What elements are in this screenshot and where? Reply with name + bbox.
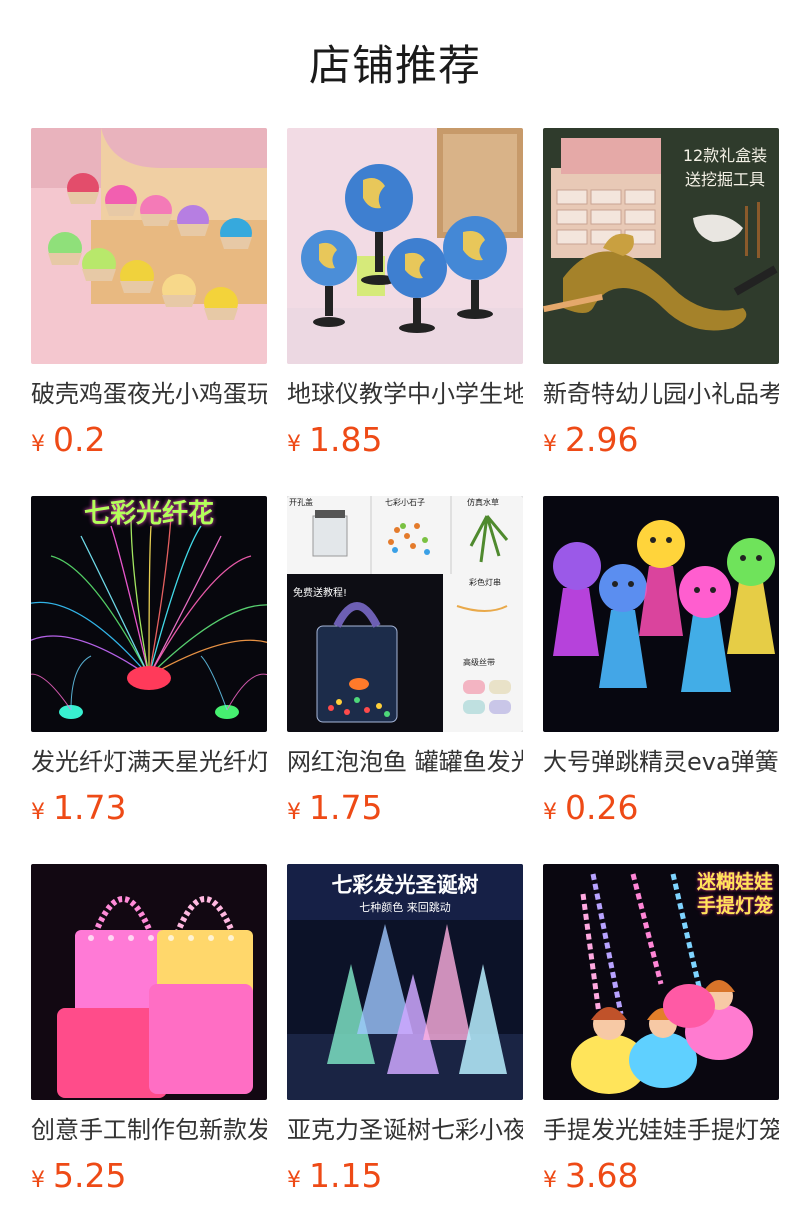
product-name[interactable]: 大号弹跳精灵eva弹簧发光 [543,744,779,780]
currency-symbol: ¥ [287,1168,301,1193]
price-row: ¥3.68 [543,1152,779,1200]
product-price: 0.2 [53,420,106,459]
price-row: ¥0.26 [543,784,779,832]
price-row: ¥1.85 [287,416,523,464]
globe-image[interactable] [287,128,523,364]
image-label-text: 彩色灯串 [469,578,501,587]
image-banner-text: 七彩发光圣诞树 [331,873,479,897]
product-price: 0.26 [565,788,639,827]
product-name[interactable]: 亚克力圣诞树七彩小夜灯 [287,1112,523,1148]
product-name[interactable]: 发光纤灯满天星光纤灯玩具 [31,744,267,780]
image-label-text: 七彩小石子 [385,498,425,507]
image-label-text: 免费送教程! [293,588,348,599]
image-label-text: 仿真水草 [467,498,499,507]
product-card[interactable]: 开孔盖 七彩小石子 仿真水草 免费送教程! 彩色灯串 高级丝带 网红泡泡鱼 罐罐… [287,496,523,836]
doll-lantern-image[interactable]: 迷糊娃娃 手提灯笼 [543,864,779,1100]
image-label-text: 开孔盖 [289,498,313,507]
product-price: 5.25 [53,1156,127,1195]
glowing-handbag-image[interactable] [31,864,267,1100]
product-card[interactable]: 破壳鸡蛋夜光小鸡蛋玩具 ¥0.2 [31,128,267,468]
currency-symbol: ¥ [543,800,557,825]
product-name[interactable]: 新奇特幼儿园小礼品考古 [543,376,779,412]
price-row: ¥1.75 [287,784,523,832]
price-row: ¥0.2 [31,416,267,464]
product-name[interactable]: 网红泡泡鱼 罐罐鱼发光 [287,744,523,780]
product-card[interactable]: 迷糊娃娃 手提灯笼 手提发光娃娃手提灯笼 ¥3.68 [543,864,779,1204]
glowing-chick-eggs-image[interactable] [31,128,267,364]
product-card[interactable]: 创意手工制作包新款发光 ¥5.25 [31,864,267,1204]
image-banner-text: 七彩光纤花 [83,499,214,529]
product-name[interactable]: 破壳鸡蛋夜光小鸡蛋玩具 [31,376,267,412]
currency-symbol: ¥ [31,432,45,457]
product-price: 1.73 [53,788,127,827]
product-name[interactable]: 创意手工制作包新款发光 [31,1112,267,1148]
image-banner-subtext: 七种颜色 来回跳动 [359,901,451,914]
image-banner-text-2: 送挖掘工具 [684,170,765,189]
product-name[interactable]: 手提发光娃娃手提灯笼 [543,1112,779,1148]
product-card[interactable]: 12款礼盒装 送挖掘工具 新奇特幼儿园小礼品考古 ¥2.96 [543,128,779,468]
product-card[interactable]: 地球仪教学中小学生地理 ¥1.85 [287,128,523,468]
currency-symbol: ¥ [543,432,557,457]
price-row: ¥2.96 [543,416,779,464]
image-banner-text: 12款礼盒装 [682,146,768,165]
product-price: 2.96 [565,420,639,459]
product-card[interactable]: 七彩发光圣诞树 七种颜色 来回跳动 亚克力圣诞树七彩小夜灯 ¥1.15 [287,864,523,1204]
price-row: ¥1.15 [287,1152,523,1200]
product-price: 1.85 [309,420,383,459]
fiber-optic-lamp-image[interactable]: 七彩光纤花 [31,496,267,732]
product-price: 3.68 [565,1156,639,1195]
page-title: 店铺推荐 [308,41,481,90]
product-price: 1.75 [309,788,383,827]
currency-symbol: ¥ [287,432,301,457]
product-card[interactable]: 七彩光纤花 发光纤灯满天星光纤灯玩具 ¥1.73 [31,496,267,836]
currency-symbol: ¥ [31,1168,45,1193]
product-name[interactable]: 地球仪教学中小学生地理 [287,376,523,412]
price-row: ¥5.25 [31,1152,267,1200]
jumping-spring-doll-image[interactable] [543,496,779,732]
price-row: ¥1.73 [31,784,267,832]
product-card[interactable]: 大号弹跳精灵eva弹簧发光 ¥0.26 [543,496,779,836]
currency-symbol: ¥ [287,800,301,825]
bottle-fish-kit-image[interactable]: 开孔盖 七彩小石子 仿真水草 免费送教程! 彩色灯串 高级丝带 [287,496,523,732]
image-label-text: 高级丝带 [463,658,495,667]
image-banner-text: 迷糊娃娃 [696,871,773,893]
acrylic-xmas-tree-image[interactable]: 七彩发光圣诞树 七种颜色 来回跳动 [287,864,523,1100]
currency-symbol: ¥ [31,800,45,825]
image-banner-text-2: 手提灯笼 [696,895,773,917]
currency-symbol: ¥ [543,1168,557,1193]
product-price: 1.15 [309,1156,383,1195]
dig-kit-dragon-image[interactable]: 12款礼盒装 送挖掘工具 [543,128,779,364]
